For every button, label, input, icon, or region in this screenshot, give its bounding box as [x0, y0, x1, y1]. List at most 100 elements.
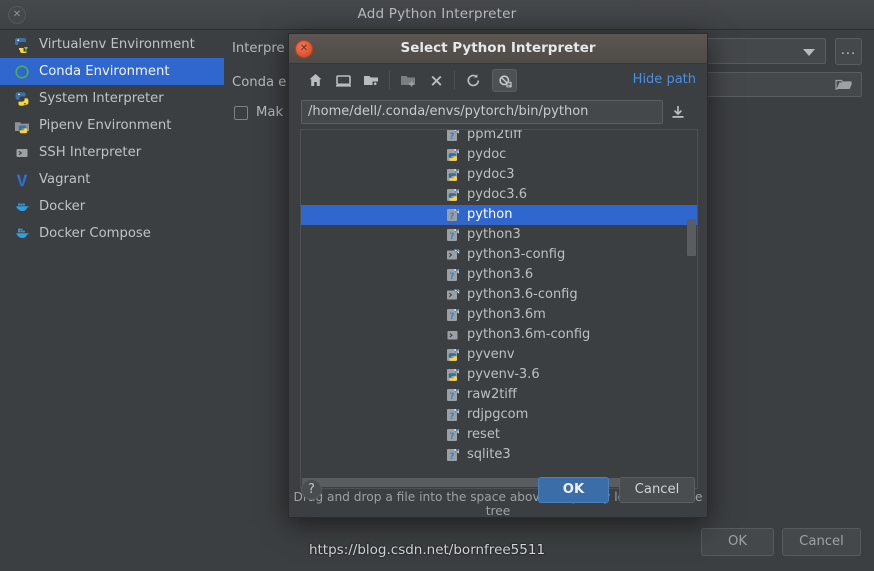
svg-text:?: ?	[450, 392, 455, 402]
unknown-file-symlink-icon: ?	[446, 268, 461, 283]
folder-icon[interactable]	[835, 78, 853, 92]
sidebar-item-label: Vagrant	[39, 172, 91, 187]
unknown-file-symlink-icon: ?	[446, 130, 461, 143]
refresh-icon[interactable]	[461, 69, 486, 92]
sidebar-item-docker[interactable]: Docker	[0, 193, 224, 220]
file-name: reset	[467, 427, 500, 442]
browse-button[interactable]: ...	[835, 38, 862, 65]
sidebar-item-pipenv-environment[interactable]: Pipenv Environment	[0, 112, 224, 139]
svg-text:?: ?	[450, 232, 455, 242]
python-symlink-icon	[446, 168, 461, 183]
home-icon[interactable]	[303, 69, 328, 92]
show-hidden-files-icon[interactable]	[492, 69, 517, 92]
unknown-file-symlink-icon: ?	[446, 428, 461, 443]
file-list-item[interactable]: python3.6-config	[301, 285, 697, 305]
file-list-item[interactable]: ? python	[301, 205, 697, 225]
svg-text:?: ?	[450, 412, 455, 422]
file-name: ppm2tiff	[467, 129, 523, 142]
file-name: python3.6m-config	[467, 327, 591, 342]
ok-button[interactable]: OK	[538, 477, 609, 503]
unknown-file-symlink-icon: ?	[446, 448, 461, 463]
svg-text:?: ?	[450, 132, 455, 142]
file-tree[interactable]: ? ppm2tiff pydoc pydoc3 pydoc3.6 ? pytho…	[300, 129, 698, 489]
chooser-toolbar: Hide path	[289, 64, 707, 97]
sidebar-item-label: SSH Interpreter	[39, 145, 142, 160]
delete-x-icon[interactable]	[424, 69, 449, 92]
file-list-item[interactable]: ? raw2tiff	[301, 385, 697, 405]
cancel-button[interactable]: Cancel	[619, 477, 695, 503]
unknown-file-symlink-icon: ?	[446, 388, 461, 403]
conda-circle-icon	[14, 64, 30, 80]
sidebar-item-vagrant[interactable]: Vagrant	[0, 166, 224, 193]
chooser-title: Select Python Interpreter	[400, 40, 596, 56]
file-name: raw2tiff	[467, 387, 517, 402]
file-name: pyvenv-3.6	[467, 367, 540, 382]
watermark: https://blog.csdn.net/bornfree5511	[308, 542, 546, 558]
vertical-scrollbar-thumb[interactable]	[687, 219, 696, 256]
sidebar-item-label: System Interpreter	[39, 91, 164, 106]
download-arrow-icon[interactable]	[669, 104, 687, 121]
sidebar-item-docker-compose[interactable]: Docker Compose	[0, 220, 224, 247]
svg-text:?: ?	[450, 312, 455, 322]
interpreter-type-sidebar: Virtualenv Environment Conda Environment…	[0, 31, 224, 541]
new-folder-icon[interactable]	[396, 69, 421, 92]
chooser-titlebar: ✕ Select Python Interpreter	[289, 34, 707, 64]
python-symlink-icon	[446, 348, 461, 363]
sidebar-item-label: Virtualenv Environment	[39, 37, 195, 52]
terminal-symlink-icon	[446, 248, 461, 263]
path-row: /home/dell/.conda/envs/pytorch/bin/pytho…	[289, 97, 707, 129]
file-list-item[interactable]: pydoc	[301, 145, 697, 165]
file-list-item[interactable]: ? reset	[301, 425, 697, 445]
file-name: python3.6m	[467, 307, 546, 322]
file-name: pydoc3.6	[467, 187, 527, 202]
file-list-item[interactable]: ? ppm2tiff	[301, 129, 697, 145]
sidebar-item-system-interpreter[interactable]: System Interpreter	[0, 85, 224, 112]
sidebar-item-virtualenv-environment[interactable]: Virtualenv Environment	[0, 31, 224, 58]
file-list-item[interactable]: python3.6m-config	[301, 325, 697, 345]
file-list-item[interactable]: pyvenv-3.6	[301, 365, 697, 385]
file-list-item[interactable]: ? python3.6m	[301, 305, 697, 325]
sidebar-item-conda-environment[interactable]: Conda Environment	[0, 58, 224, 85]
file-list-item[interactable]: pydoc3.6	[301, 185, 697, 205]
toolbar-separator	[454, 71, 455, 89]
file-name: python	[467, 207, 513, 222]
file-name: sqlite3	[467, 447, 511, 462]
file-name: pyvenv	[467, 347, 515, 362]
path-input[interactable]: /home/dell/.conda/envs/pytorch/bin/pytho…	[301, 100, 663, 124]
sidebar-item-ssh-interpreter[interactable]: SSH Interpreter	[0, 139, 224, 166]
file-list-item[interactable]: pydoc3	[301, 165, 697, 185]
file-list-item[interactable]: pyvenv	[301, 345, 697, 365]
terminal-symlink-icon	[446, 288, 461, 303]
svg-text:?: ?	[450, 452, 455, 462]
file-name: python3	[467, 227, 521, 242]
file-name: python3.6-config	[467, 287, 578, 302]
make-available-checkbox[interactable]	[234, 106, 248, 120]
file-name: rdjpgcom	[467, 407, 529, 422]
toolbar-separator	[389, 71, 390, 89]
unknown-file-symlink-icon: ?	[446, 408, 461, 423]
sidebar-item-label: Docker Compose	[39, 226, 151, 241]
vertical-scrollbar[interactable]	[687, 131, 696, 488]
terminal-icon	[446, 328, 461, 343]
python-symlink-icon	[446, 148, 461, 163]
file-list-item[interactable]: ? python3.6	[301, 265, 697, 285]
file-list-item[interactable]: ? rdjpgcom	[301, 405, 697, 425]
python-symlink-icon	[446, 368, 461, 383]
file-name: python3-config	[467, 247, 566, 262]
file-list-item[interactable]: python3-config	[301, 245, 697, 265]
file-list: ? ppm2tiff pydoc pydoc3 pydoc3.6 ? pytho…	[301, 129, 697, 465]
sidebar-item-label: Docker	[39, 199, 86, 214]
file-name: pydoc	[467, 147, 507, 162]
project-folder-icon[interactable]	[359, 69, 384, 92]
page-title: Add Python Interpreter	[357, 6, 517, 22]
hide-path-link[interactable]: Hide path	[633, 72, 696, 87]
sidebar-item-label: Conda Environment	[39, 64, 170, 79]
file-list-item[interactable]: ? sqlite3	[301, 445, 697, 465]
file-list-item[interactable]: ? python3	[301, 225, 697, 245]
interpreter-label: Interpre	[232, 41, 285, 56]
pipenv-folder-icon	[14, 118, 30, 134]
outer-titlebar: ✕ Add Python Interpreter	[0, 0, 874, 30]
desktop-icon[interactable]	[331, 69, 356, 92]
docker-whale-icon	[14, 199, 30, 215]
help-button[interactable]: ?	[301, 479, 322, 500]
